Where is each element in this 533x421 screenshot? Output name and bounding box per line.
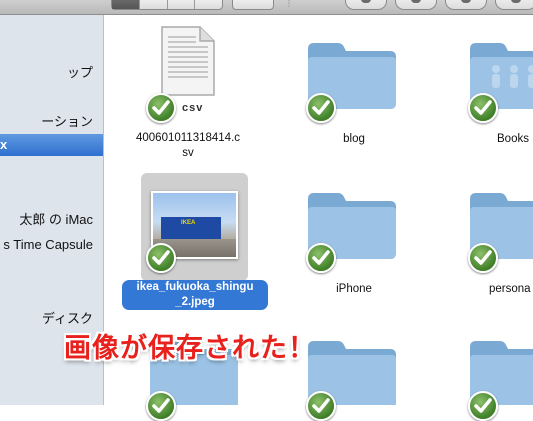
sidebar-item-time-capsule[interactable]: s Time Capsule — [0, 234, 103, 256]
tag-icon — [511, 0, 521, 3]
csv-badge: csv — [182, 102, 204, 114]
checkmark-icon — [306, 391, 336, 421]
file-name-label: Books — [497, 133, 529, 145]
sidebar-item-imac[interactable]: 太郎 の iMac — [0, 209, 103, 231]
file-name-label: 400601011318414.c sv — [126, 131, 250, 161]
sidebar-item-label: ーション — [41, 114, 93, 129]
checkmark-icon — [468, 391, 498, 421]
action-button[interactable] — [445, 0, 487, 10]
cover-flow-button[interactable] — [195, 0, 222, 9]
store-sign: IKEA — [181, 220, 196, 226]
sidebar-item-label: ップ — [66, 65, 93, 80]
file-name-label: iPhone — [336, 283, 372, 295]
share-button[interactable] — [395, 0, 437, 10]
icon-view-button[interactable] — [112, 0, 140, 9]
file-name-label-selected: ikea_fukuoka_shingu _2.jpeg — [122, 280, 268, 310]
share-icon — [411, 0, 421, 3]
eye-icon — [361, 0, 371, 3]
toolbar-separator: ⋮ — [285, 0, 293, 8]
sidebar-item-label: 太郎 の iMac — [19, 212, 93, 227]
finder-toolbar: ⋮ — [0, 0, 533, 15]
file-name-line1: 400601011318414.c — [135, 132, 241, 144]
column-view-button[interactable] — [168, 0, 196, 9]
file-name-label: blog — [343, 133, 365, 145]
checkmark-icon — [468, 93, 498, 123]
sidebar-item-desktop[interactable]: ップ — [0, 62, 103, 84]
arrange-icon — [233, 0, 273, 9]
checkmark-icon — [306, 243, 336, 273]
checkmark-icon — [146, 243, 176, 273]
file-name-line2: sv — [182, 147, 194, 159]
checkmark-icon — [306, 93, 336, 123]
file-name-line1: ikea_fukuoka_shingu — [136, 281, 254, 293]
arrange-button[interactable] — [232, 0, 274, 10]
file-name-label: persona — [489, 283, 531, 295]
tags-button[interactable] — [495, 0, 533, 10]
list-view-button[interactable] — [140, 0, 168, 9]
sidebar-item-label: x — [0, 137, 8, 152]
file-name-line2: _2.jpeg — [175, 296, 215, 308]
checkmark-icon — [146, 93, 176, 123]
checkmark-icon — [146, 391, 176, 421]
quick-look-button[interactable] — [345, 0, 387, 10]
checkmark-icon — [468, 243, 498, 273]
csv-document-icon — [161, 26, 215, 96]
sidebar-item-selected[interactable]: x — [0, 134, 103, 156]
gear-icon — [461, 0, 471, 3]
sidebar-item-applications[interactable]: ーション — [0, 111, 103, 133]
saved-caption-overlay: 画像が保存された！ — [64, 333, 316, 363]
sidebar-item-label: s Time Capsule — [3, 237, 93, 252]
view-mode-segmented-control — [111, 0, 223, 10]
